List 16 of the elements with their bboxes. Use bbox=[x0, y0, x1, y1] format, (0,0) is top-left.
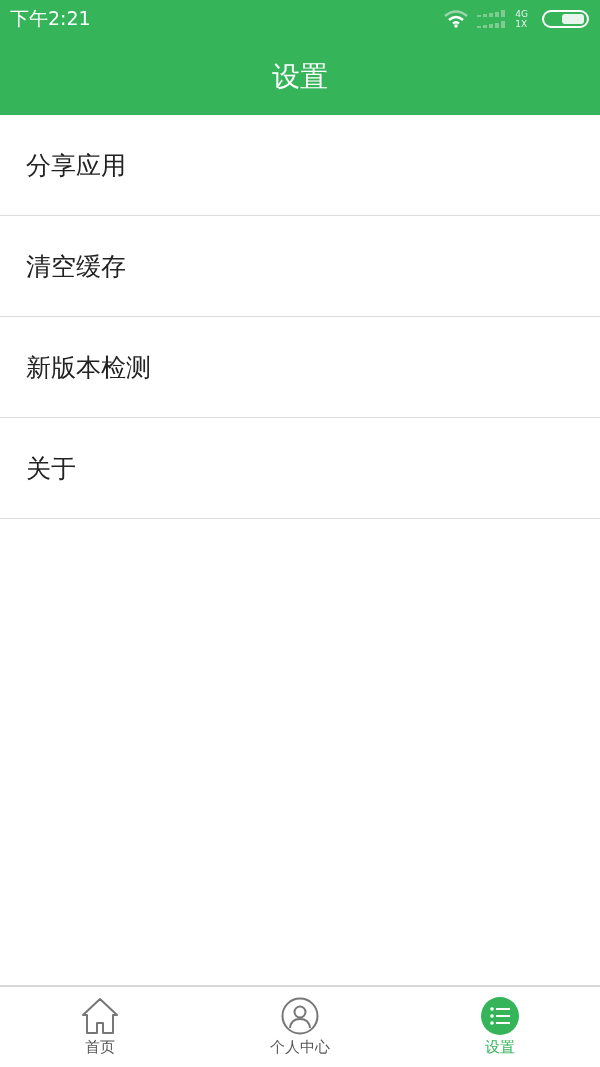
menu-item[interactable]: 分享应用 bbox=[26, 148, 126, 182]
network-label: 4G bbox=[515, 9, 528, 19]
wifi-icon bbox=[443, 10, 470, 28]
menu-item[interactable]: 关于 bbox=[26, 451, 76, 485]
list-icon bbox=[481, 997, 519, 1035]
home-icon bbox=[81, 997, 119, 1035]
signal-icon bbox=[477, 9, 508, 29]
user-icon bbox=[281, 997, 319, 1035]
menu-item[interactable]: 清空缓存 bbox=[26, 249, 126, 283]
status-time: 下午2:21 bbox=[10, 6, 92, 31]
battery-icon bbox=[542, 10, 590, 28]
tab[interactable]: 首页 bbox=[0, 987, 200, 1067]
network-label: 1X bbox=[515, 19, 528, 29]
menu-item[interactable]: 新版本检测 bbox=[26, 350, 151, 384]
tab[interactable]: 个人中心 bbox=[200, 987, 400, 1067]
page-title: 设置 bbox=[272, 58, 328, 95]
